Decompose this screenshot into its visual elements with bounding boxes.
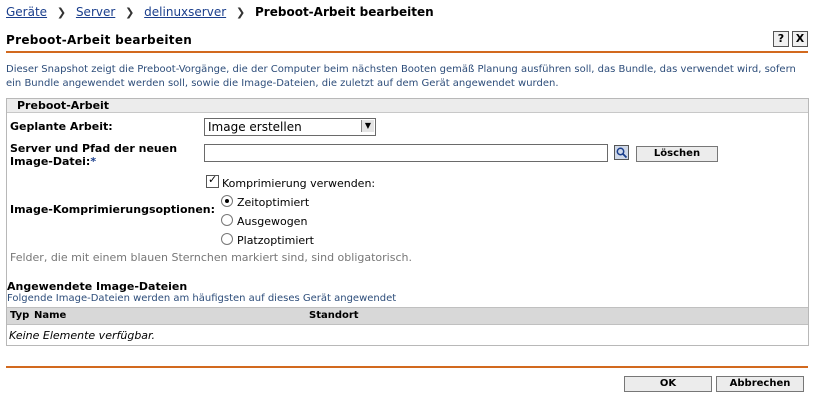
close-icon[interactable]: X [792,31,808,47]
chevron-right-icon: ❯ [235,6,246,19]
empty-table-message: Keine Elemente verfügbar. [9,329,156,342]
checkmark-icon: ✓ [208,173,218,186]
radio-time-optimized[interactable] [221,195,233,207]
help-icon[interactable]: ? [773,31,789,47]
scheduled-work-label: Geplante Arbeit: [10,120,113,133]
server-path-input[interactable] [204,144,608,162]
column-header-name[interactable]: Name [34,310,66,321]
column-header-type[interactable]: Typ [10,310,29,321]
applied-images-subtitle: Folgende Image-Dateien werden am häufigs… [7,293,397,304]
breadcrumb-link-geraete[interactable]: Geräte [6,5,47,19]
breadcrumb-link-server[interactable]: Server [76,5,115,19]
option-label-balanced: Ausgewogen [237,215,308,228]
ok-button[interactable]: OK [624,376,712,392]
required-fields-note: Felder, die mit einem blauen Sternchen m… [10,251,412,264]
required-asterisk: * [90,155,97,168]
radio-selected-dot [225,199,229,203]
applied-images-title: Angewendete Image-Dateien [7,280,188,293]
section-title: Preboot-Arbeit [17,99,110,112]
chevron-down-icon[interactable]: ▼ [361,120,374,132]
page-description: Dieser Snapshot zeigt die Preboot-Vorgän… [6,64,796,89]
breadcrumb-link-delinuxserver[interactable]: delinuxserver [144,5,226,19]
section-header: Preboot-Arbeit [7,99,808,113]
scheduled-work-select[interactable]: Image erstellen ▼ [204,118,376,136]
table-header: Typ Name Standort [7,307,808,325]
search-icon[interactable] [614,145,629,160]
preboot-work-section: Preboot-Arbeit Geplante Arbeit: Image er… [6,98,809,346]
chevron-right-icon: ❯ [125,6,135,19]
server-path-label: Image-Datei:* [10,155,96,168]
option-label-time-optimized: Zeitoptimiert [237,196,310,209]
compression-options-label: Image-Komprimierungsoptionen: [10,203,216,216]
page-title: Preboot-Arbeit bearbeiten [6,33,193,47]
server-path-label-line2: Image-Datei: [10,155,91,168]
radio-space-optimized[interactable] [221,233,233,245]
radio-balanced[interactable] [221,214,233,226]
footer-divider [6,366,808,368]
use-compression-checkbox[interactable]: ✓ [206,173,219,188]
server-path-label-line1: Server und Pfad der neuen [10,142,178,155]
clear-button[interactable]: Löschen [636,146,718,162]
option-label-space-optimized: Platzoptimiert [237,234,314,247]
breadcrumb: Geräte ❯ Server ❯ delinuxserver ❯ Preboo… [6,5,434,19]
use-compression-label: Komprimierung verwenden: [222,177,376,190]
title-bar: Preboot-Arbeit bearbeiten ? X [6,31,808,51]
chevron-right-icon: ❯ [56,6,67,19]
breadcrumb-current: Preboot-Arbeit bearbeiten [255,5,434,19]
header-divider [6,51,808,53]
cancel-button[interactable]: Abbrechen [716,376,804,392]
column-header-location[interactable]: Standort [309,310,359,321]
scheduled-work-value: Image erstellen [208,120,302,134]
